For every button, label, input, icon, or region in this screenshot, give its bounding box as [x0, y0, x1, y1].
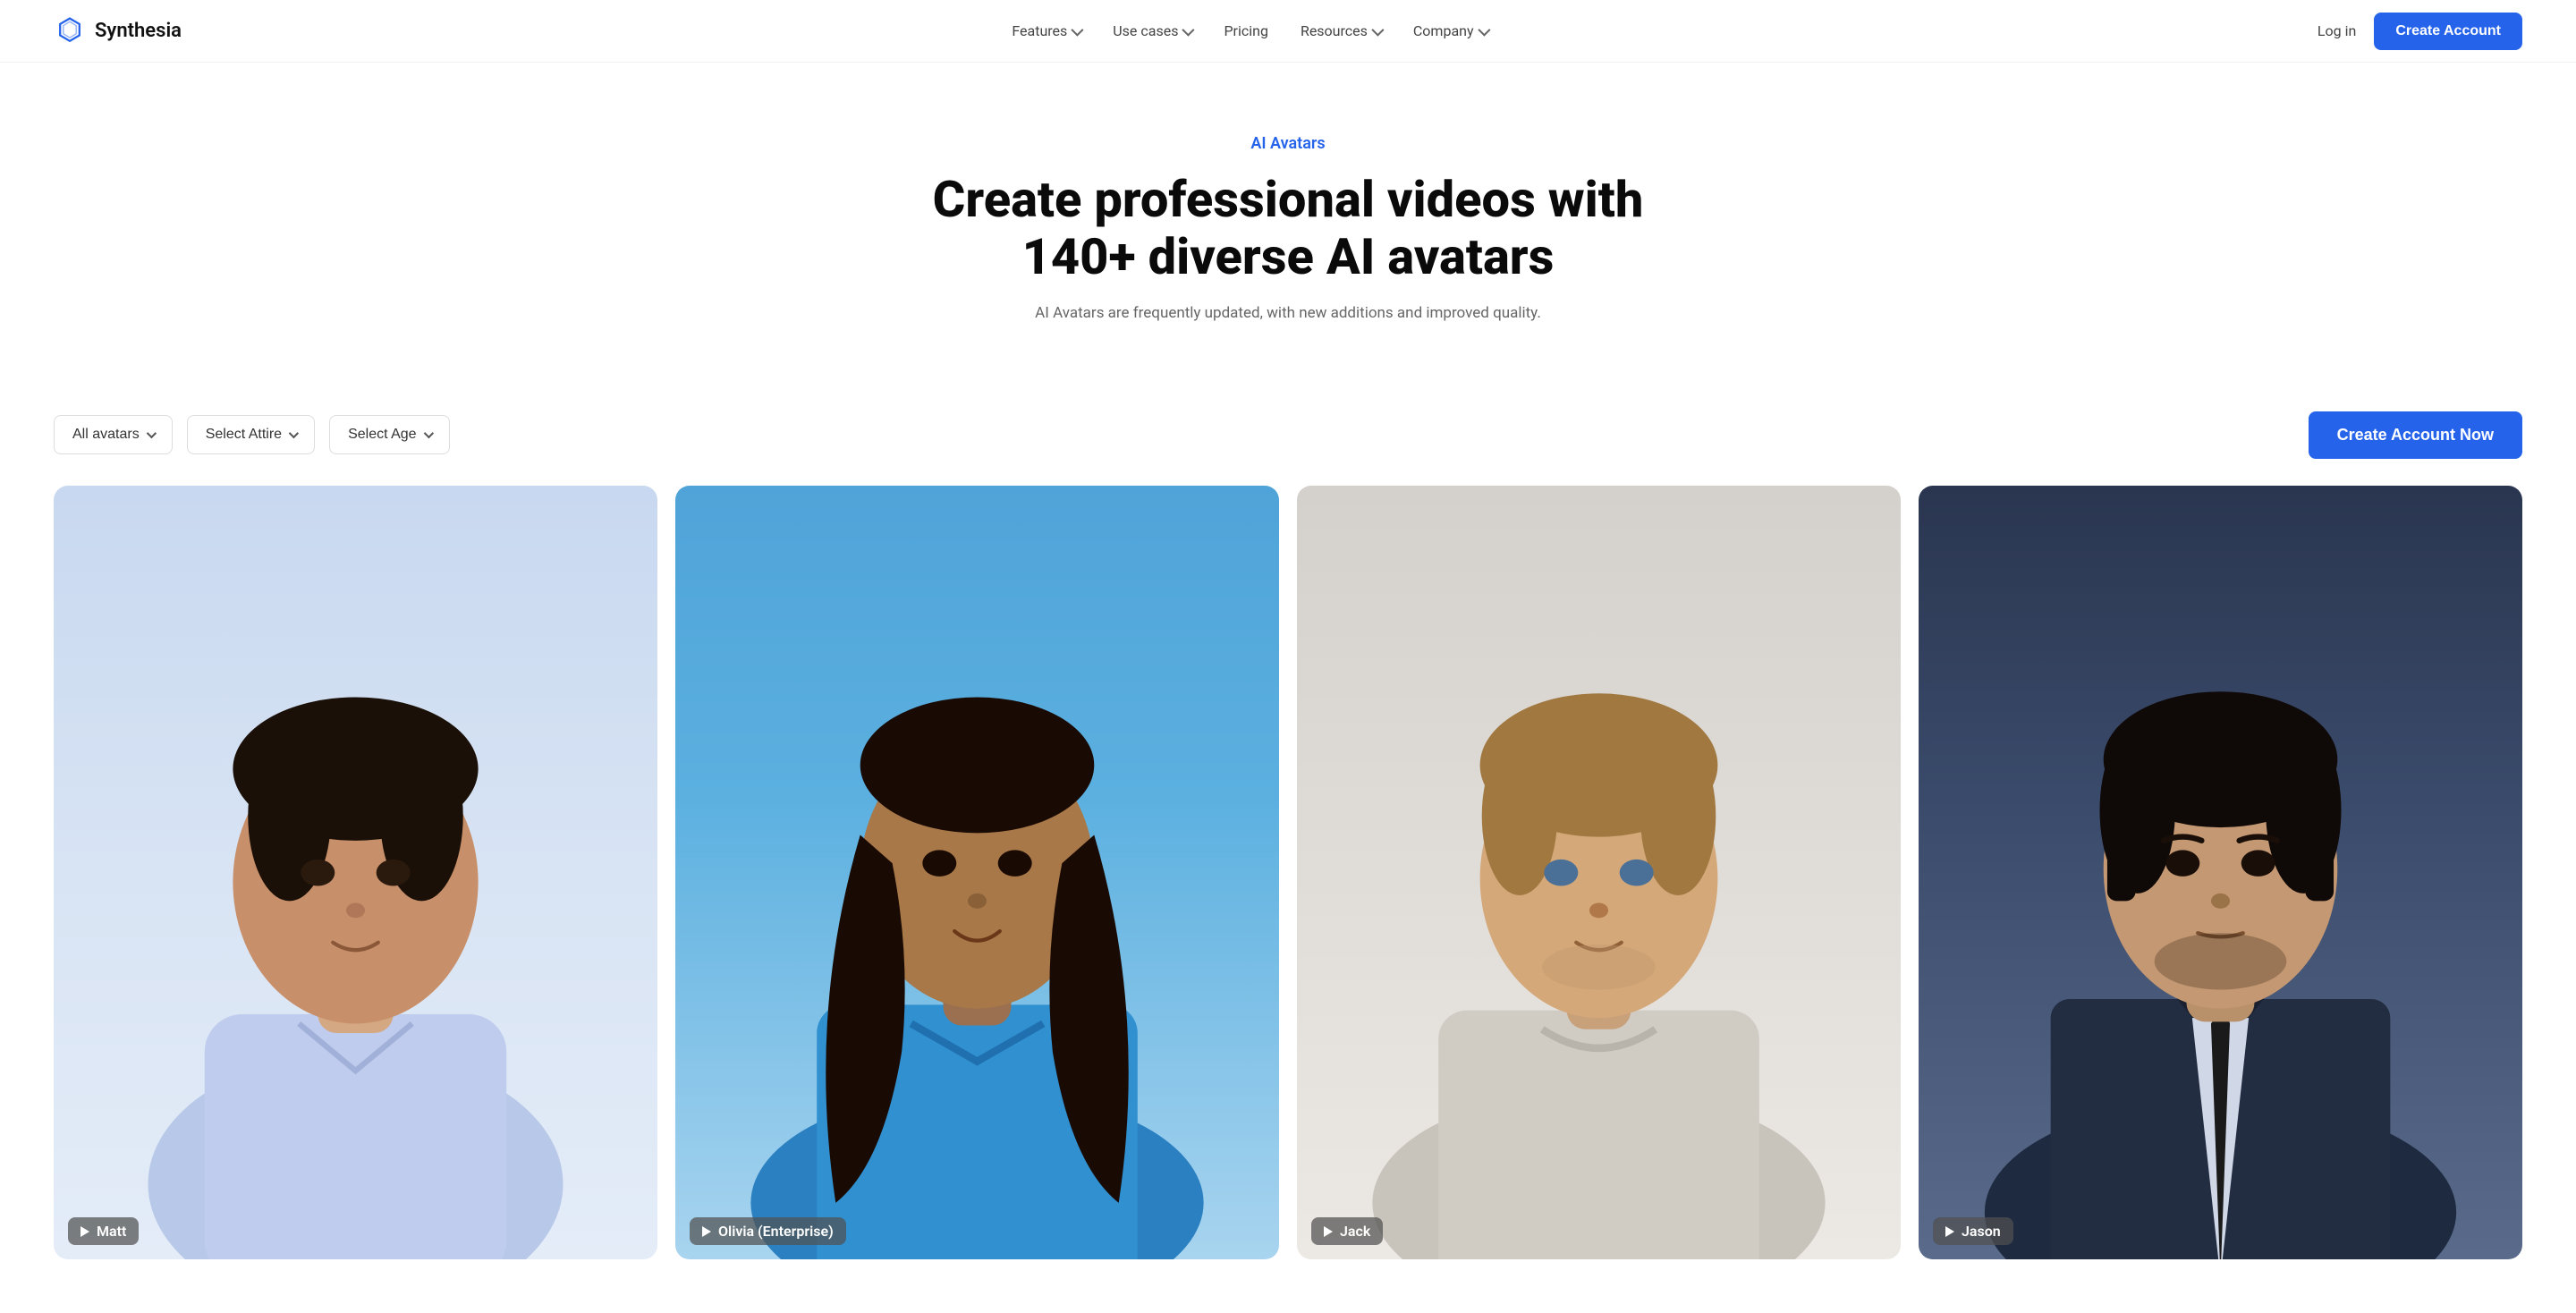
nav-item-features[interactable]: Features	[1012, 22, 1080, 39]
chevron-down-icon	[423, 428, 433, 438]
chevron-down-icon	[289, 428, 299, 438]
nav-actions: Log in Create Account	[2318, 13, 2522, 50]
play-icon	[1945, 1226, 1954, 1237]
hero-subtitle: AI Avatars are frequently updated, with …	[54, 304, 2522, 322]
avatar-image-olivia	[675, 486, 1279, 1259]
hero-section: AI Avatars Create professional videos wi…	[0, 63, 2576, 411]
hero-title: Create professional videos with 140+ div…	[930, 171, 1646, 286]
chevron-down-icon	[1182, 23, 1195, 36]
avatar-label-olivia: Olivia (Enterprise)	[690, 1217, 846, 1245]
chevron-down-icon	[146, 428, 156, 438]
chevron-down-icon	[1371, 23, 1384, 36]
create-account-now-button[interactable]: Create Account Now	[2309, 411, 2522, 459]
avatar-card-jack[interactable]: Jack	[1297, 486, 1901, 1259]
nav-links: Features Use cases Pricing Resources Com…	[1012, 22, 1487, 39]
avatar-image-matt	[54, 486, 657, 1259]
synthesia-logo-icon	[54, 15, 86, 47]
hero-tag: AI Avatars	[54, 134, 2522, 153]
avatar-card-jason[interactable]: Jason	[1919, 486, 2522, 1259]
all-avatars-filter[interactable]: All avatars	[54, 415, 173, 454]
logo-link[interactable]: Synthesia	[54, 15, 182, 47]
chevron-down-icon	[1478, 23, 1490, 36]
avatar-label-jason: Jason	[1933, 1217, 2013, 1245]
create-account-button[interactable]: Create Account	[2374, 13, 2522, 50]
attire-filter[interactable]: Select Attire	[187, 415, 315, 454]
logo-text: Synthesia	[95, 20, 182, 42]
age-filter[interactable]: Select Age	[329, 415, 450, 454]
nav-item-usecases[interactable]: Use cases	[1113, 22, 1191, 39]
avatar-label-matt: Matt	[68, 1217, 139, 1245]
avatar-image-jack	[1297, 486, 1901, 1259]
avatar-card-matt[interactable]: Matt	[54, 486, 657, 1259]
nav-item-resources[interactable]: Resources	[1301, 22, 1381, 39]
play-icon	[702, 1226, 711, 1237]
filters-left: All avatars Select Attire Select Age	[54, 415, 450, 454]
login-link[interactable]: Log in	[2318, 22, 2356, 39]
nav-item-pricing[interactable]: Pricing	[1224, 22, 1268, 39]
play-icon	[80, 1226, 89, 1237]
navbar: Synthesia Features Use cases Pricing Res…	[0, 0, 2576, 63]
chevron-down-icon	[1072, 23, 1084, 36]
play-icon	[1324, 1226, 1333, 1237]
avatar-card-olivia[interactable]: Olivia (Enterprise)	[675, 486, 1279, 1259]
filters-bar: All avatars Select Attire Select Age Cre…	[0, 411, 2576, 459]
avatar-image-jason	[1919, 486, 2522, 1259]
nav-item-company[interactable]: Company	[1413, 22, 1487, 39]
avatars-grid: Matt	[0, 486, 2576, 1313]
avatar-label-jack: Jack	[1311, 1217, 1383, 1245]
